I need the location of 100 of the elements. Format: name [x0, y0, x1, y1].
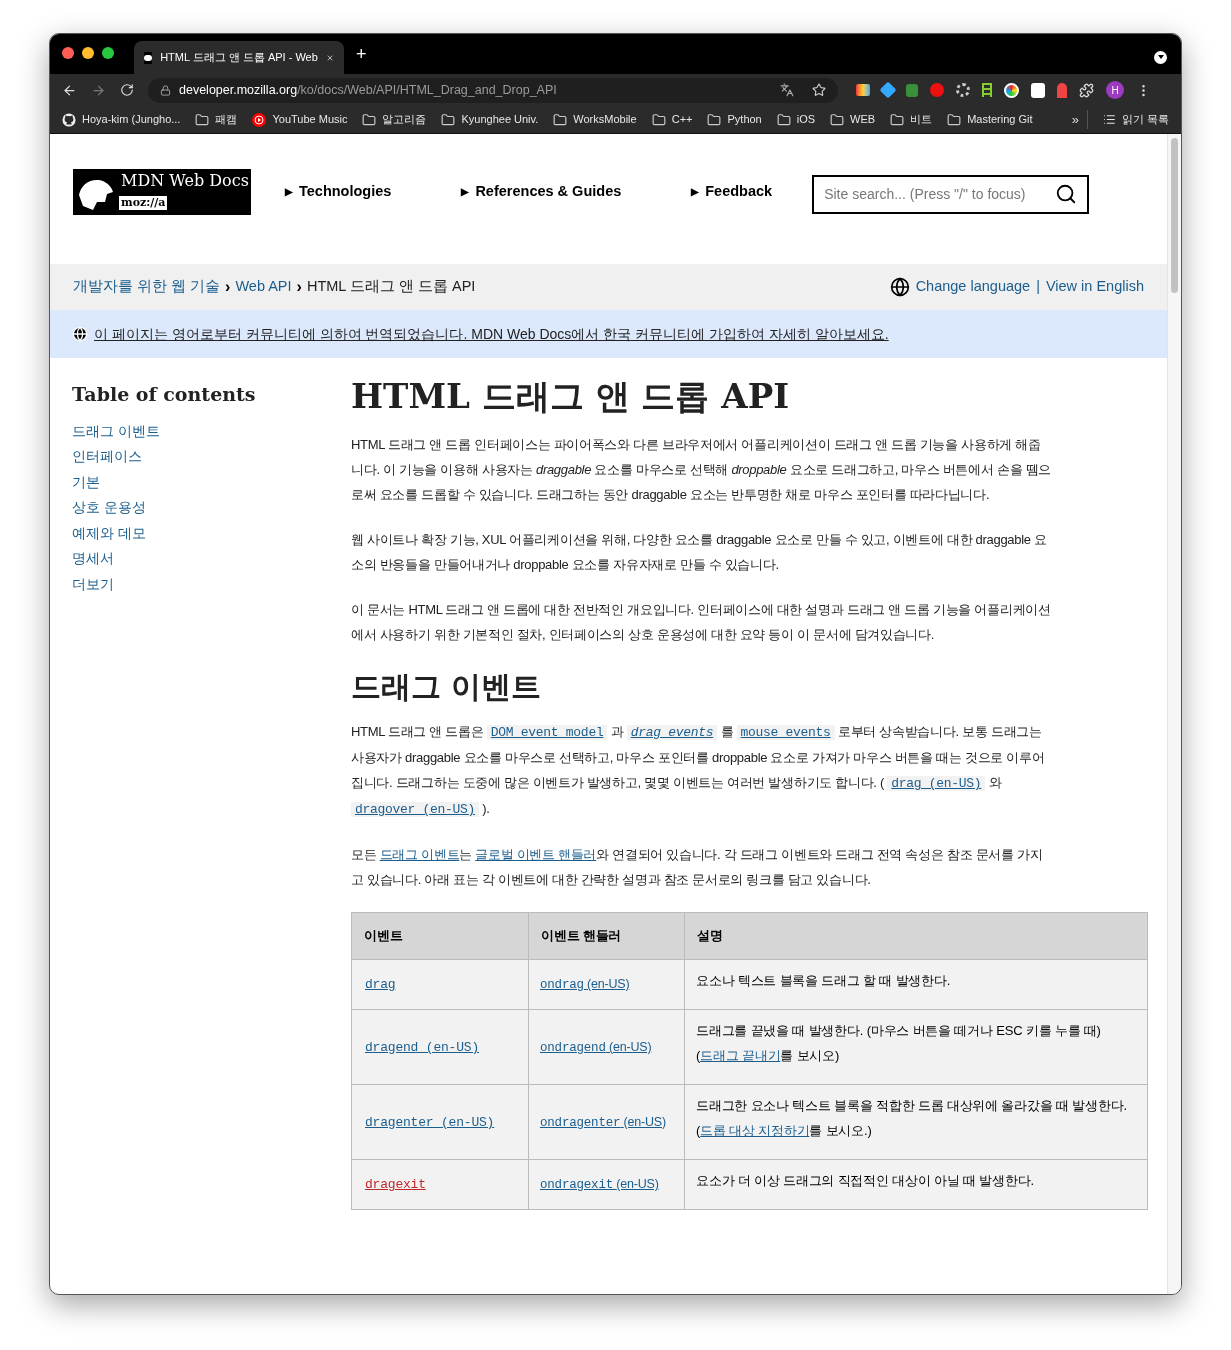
tab-search-icon[interactable] — [1154, 50, 1167, 64]
play-circle-icon — [252, 112, 267, 127]
mdn-logo[interactable]: MDN Web Docs moz://a — [73, 168, 251, 215]
body-paragraph: HTML 드래그 앤 드롭 인터페이스는 파이어폭스와 다른 브라우저에서 어플리케이션이 드래그 앤 드롭 기능을 사용하게 해줍니다. 이 기능을 이용해 사용자는 draggable 요소를 마우스로 선택해 droppable 요소로 드래그하고, 마우스 버튼에서 손을 뗌으로써 요소를 드롭할 수 있습니다. 드래그하는 동안 draggable 요소는 반투명한 채로 마우스 포인터를 따라다닙니다. — [351, 436, 1051, 504]
toc-link[interactable]: 예제와 데모 — [72, 524, 146, 541]
code-link[interactable]: DOM event model — [486, 725, 608, 740]
toc-link[interactable]: 명세서 — [72, 550, 114, 566]
page-title: HTML 드래그 앤 드롭 API — [351, 376, 791, 416]
breadcrumb-link[interactable]: 개발자를 위한 웹 기술 — [73, 276, 221, 298]
scrollbar[interactable] — [1167, 134, 1181, 1294]
toc-heading: Table of contents — [72, 382, 257, 407]
folder-icon — [707, 112, 722, 127]
bookmark-item[interactable]: Mastering Git — [947, 111, 1033, 128]
new-tab-button[interactable]: + — [356, 41, 367, 68]
body-paragraph: 모든 드래그 이벤트는 글로벌 이벤트 핸들러와 연결되어 있습니다. 각 드래그 이벤트와 드래그 전역 속성은 참조 문서를 가지고 있습니다. 아래 표는 각 이벤트에 대한 간략한 설명과 참조 문서로의 링크를 담고 있습니다. — [351, 846, 1044, 889]
column-header: 이벤트 핸들러 — [528, 912, 685, 960]
url-text: developer.mozilla.org/ko/docs/Web/API/HTML_Drag_and_Drop_API — [179, 81, 558, 99]
bookmark-item[interactable]: WEB — [830, 111, 876, 128]
breadcrumb-separator: › — [296, 277, 302, 297]
bookmark-label: YouTube Music — [272, 112, 348, 128]
text-link[interactable]: 드롭 대상 지정하기 — [700, 1123, 810, 1138]
notice-link[interactable]: 이 페이지는 영어로부터 커뮤니티에 의하여 번역되었습니다. MDN Web Docs에서 한국 커뮤니티에 가입하여 자세히 알아보세요. — [94, 323, 889, 345]
bookmark-item[interactable]: C++ — [651, 111, 693, 128]
nav-menu-link[interactable]: ▶ Feedback — [691, 180, 773, 203]
search-input[interactable]: Site search... (Press "/" to focus) — [824, 183, 1056, 205]
link-divider: | — [1036, 277, 1040, 297]
ladder-icon[interactable] — [982, 83, 992, 97]
text-link[interactable]: 글로벌 이벤트 핸들러 — [475, 847, 597, 862]
folder-icon — [362, 112, 377, 127]
bookmark-item[interactable]: 비트 — [890, 111, 933, 128]
handler-link[interactable]: ondrag (en-US) — [540, 972, 673, 997]
body-paragraph: 이 문서는 HTML 드래그 앤 드롭에 대한 전반적인 개요입니다. 인터페이스에 대한 설명과 드래그 앤 드롭 기능을 어플리케이션에서 사용하기 위한 기본적인 절차, 인터페이스의 상호 운용성에 대한 요약 등이 이 문서에 담겨있습니다. — [351, 601, 1051, 644]
handler-link[interactable]: ondragexit (en-US) — [540, 1172, 673, 1197]
folder-icon — [195, 112, 210, 127]
profile-avatar[interactable]: H — [1106, 81, 1124, 99]
browser-tab[interactable]: HTML 드래그 앤 드롭 API - Web — [134, 41, 344, 74]
folder-icon — [947, 112, 962, 127]
bookmark-star-icon[interactable] — [812, 83, 826, 97]
search-icon[interactable] — [1055, 183, 1078, 205]
reload-icon[interactable] — [120, 83, 134, 97]
lighthouse-icon[interactable] — [1057, 82, 1067, 98]
bookmark-item[interactable]: Kyunghee Univ. — [441, 111, 539, 128]
body-paragraph: HTML 드래그 앤 드롭은 DOM event model 과 drag events 를 mouse events 로부터 상속받습니다. 보통 드래그는 사용자가 draggable 요소를 마우스로 선택하고, 마우스 포인터를 droppable 요소로 가져가 마우스 버튼을 때는 것으로 이루어집니다. 드래그하는 도중에 많은 이벤트가 발생하고, 몇몇 이벤트는 여러번 발생하기도 합니다. ( drag (en-US) 와 dragover (en-US) ). — [351, 723, 1046, 819]
logo-title: MDN Web Docs — [120, 169, 250, 192]
more-bookmarks-button[interactable]: » — [1071, 109, 1088, 130]
text-link[interactable]: 드래그 끝내기 — [700, 1048, 781, 1063]
bookmark-item[interactable]: WorksMobile — [553, 111, 637, 128]
bookmark-item[interactable]: iOS — [776, 111, 816, 128]
translate-icon[interactable] — [780, 83, 794, 97]
handler-link[interactable]: ondragenter (en-US) — [540, 1109, 673, 1135]
folder-icon — [890, 112, 905, 127]
hand-stop-icon[interactable] — [930, 83, 944, 97]
extensions-icon[interactable] — [1079, 82, 1094, 98]
toc-link[interactable]: 기본 — [72, 473, 100, 490]
breadcrumb-link[interactable]: Web API — [235, 276, 292, 298]
bookmark-label: 알고리즘 — [382, 112, 427, 128]
breadcrumb-separator: › — [225, 277, 231, 297]
bookmark-label: WorksMobile — [573, 112, 637, 128]
bookmark-label: Mastering Git — [967, 112, 1033, 128]
table-cell: 드래그를 끝냈을 때 발생한다. (마우스 버튼을 떼거나 ESC 키를 누를 때) (드래그 끝내기를 보시오) — [684, 1009, 1148, 1085]
body-paragraph: 웹 사이트나 확장 기능, XUL 어플리케이션을 위해, 다양한 요소를 draggable 요소로 만들 수 있고, 이벤트에 대한 draggable 요소의 반응들을 만들어내거나 droppable 요소를 자유자재로 만들 수 있습니다. — [351, 531, 1048, 574]
view-in-english-link[interactable]: View in English — [1045, 276, 1144, 298]
event-link[interactable]: dragexit — [365, 1177, 426, 1193]
change-language-link[interactable]: Change language — [915, 276, 1031, 298]
toc-link[interactable]: 더보기 — [72, 575, 114, 592]
forward-icon[interactable] — [91, 82, 106, 98]
address-bar[interactable]: developer.mozilla.org/ko/docs/Web/API/HTML_Drag_and_Drop_API — [148, 77, 838, 103]
tab-title: HTML 드래그 앤 드롭 API - Web — [160, 50, 318, 66]
code-link[interactable]: mouse events — [736, 725, 835, 740]
section-heading: 드래그 이벤트 — [351, 668, 543, 706]
color-wheel-icon[interactable] — [1004, 82, 1019, 98]
text-link[interactable]: 드래그 이벤트 — [379, 847, 460, 862]
back-icon[interactable] — [62, 82, 77, 98]
code-link[interactable]: drag events — [626, 725, 718, 740]
bookmark-item[interactable]: YouTube Music — [252, 111, 348, 128]
handler-link[interactable]: ondragend (en-US) — [540, 1034, 673, 1060]
reading-list-button[interactable]: 읽기 목록 — [1102, 111, 1169, 128]
list-icon — [1102, 113, 1116, 126]
code-link[interactable]: dragover (en-US) — [351, 802, 480, 817]
folder-icon — [651, 112, 666, 127]
bookmark-item[interactable]: Python — [707, 111, 762, 128]
toc-link[interactable]: 드래그 이벤트 — [72, 422, 160, 439]
bookmark-item[interactable]: 패캠 — [195, 111, 238, 128]
event-link[interactable]: dragend (en-US) — [365, 1039, 480, 1055]
code-link[interactable]: drag (en-US) — [887, 776, 986, 791]
column-header: 설명 — [684, 912, 1148, 960]
event-link[interactable]: drag — [365, 977, 396, 993]
bookmark-item[interactable]: 알고리즘 — [362, 111, 427, 128]
nav-menu-link[interactable]: ▶ Technologies — [285, 180, 392, 203]
toc-link[interactable]: 인터페이스 — [72, 448, 142, 464]
bookmark-label: C++ — [671, 112, 693, 128]
nav-menu-link[interactable]: ▶ References & Guides — [461, 180, 622, 203]
scrollbar-thumb[interactable] — [1171, 138, 1178, 293]
event-link[interactable]: dragenter (en-US) — [365, 1114, 495, 1130]
toc-link[interactable]: 상호 운용성 — [72, 499, 146, 515]
bookmark-label: 패캠 — [215, 112, 238, 128]
gear-icon[interactable] — [956, 83, 970, 97]
globe-icon — [889, 277, 910, 297]
site-search-field[interactable]: Site search... (Press "/" to focus) — [812, 174, 1090, 214]
bookmark-item[interactable]: Hoya-kim (Jungho... — [62, 111, 181, 128]
